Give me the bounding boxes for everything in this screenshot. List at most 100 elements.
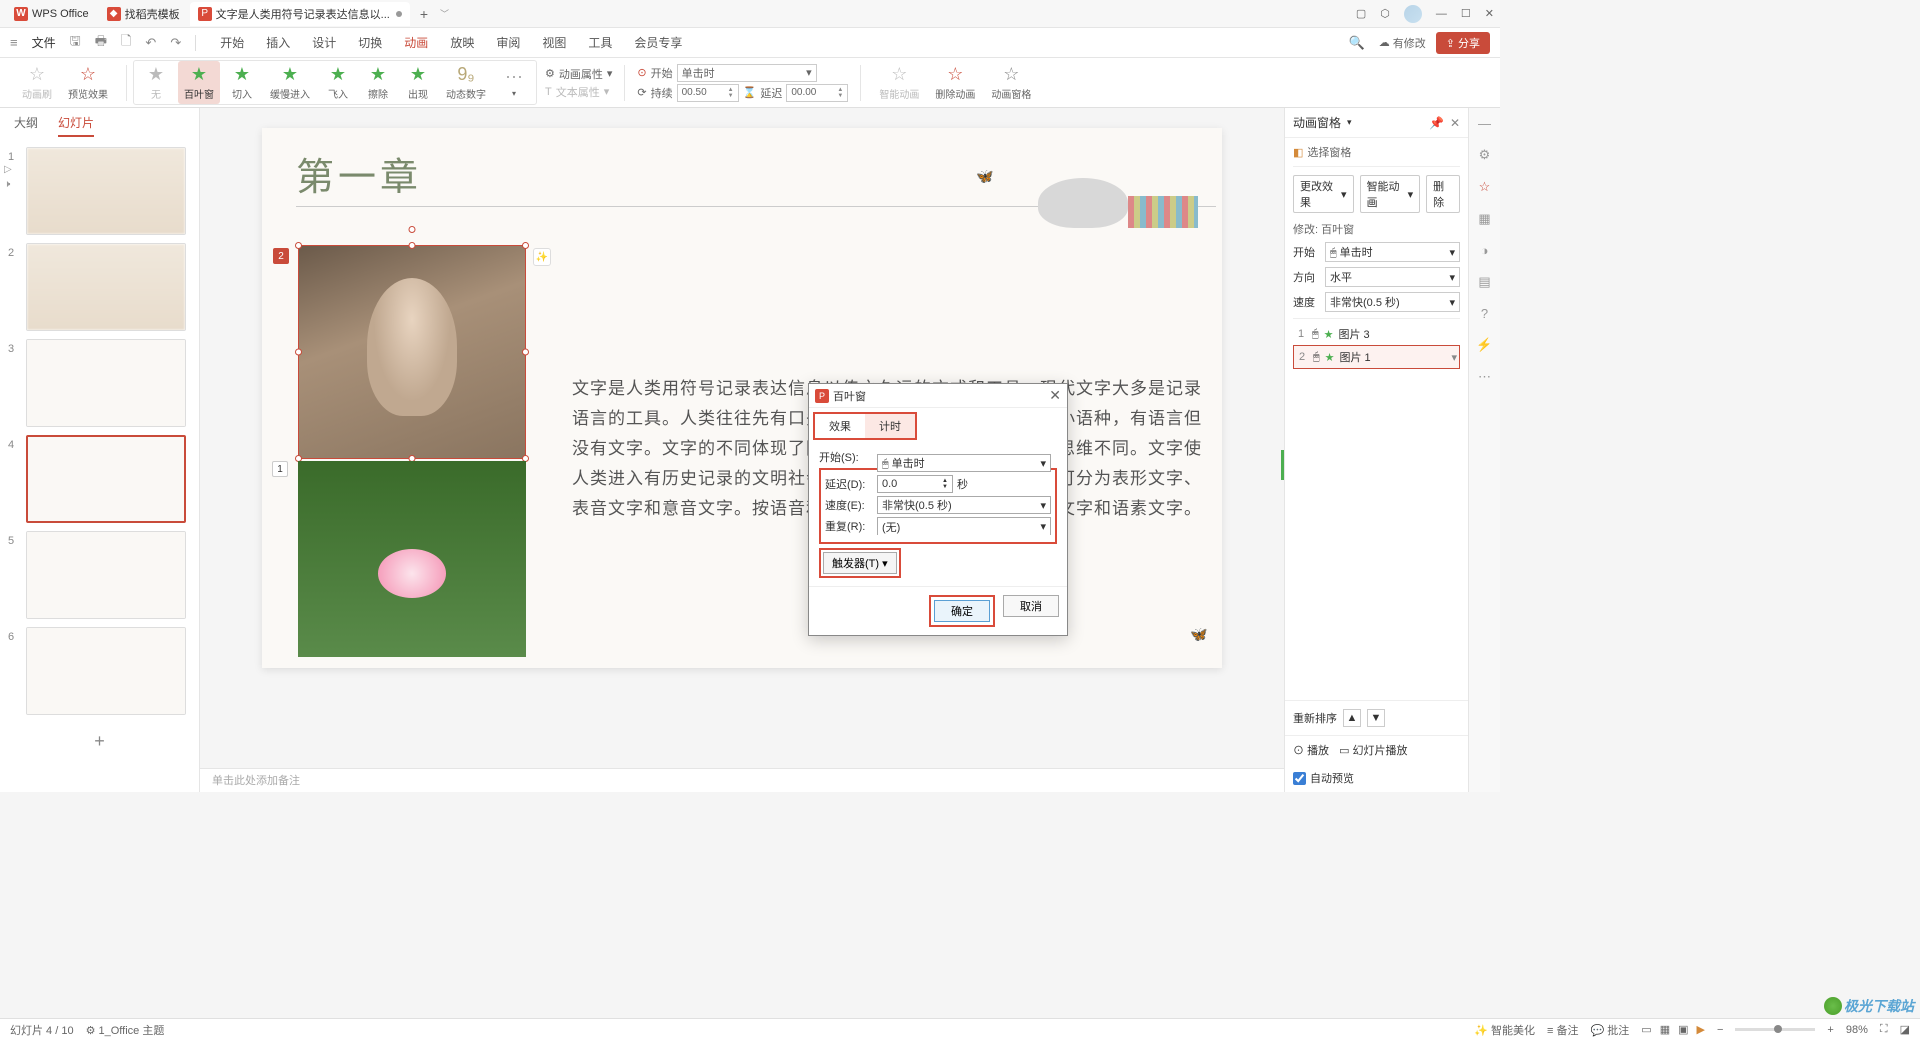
anim-pane-button[interactable]: ☆动画窗格 (985, 61, 1037, 104)
slide-thumb-2[interactable] (26, 243, 186, 331)
pin-icon[interactable]: 📌 (1429, 116, 1444, 130)
anim-item-dropdown-icon[interactable]: ▾ (1451, 351, 1457, 364)
anim-list-item-1[interactable]: 1🖱★ 图片 3 (1293, 323, 1460, 345)
notes-toggle[interactable]: ≡ 备注 (1547, 1022, 1578, 1038)
tab-tools[interactable]: 工具 (588, 28, 612, 57)
dialog-tab-effect[interactable]: 效果 (815, 414, 865, 438)
play-button[interactable]: ⊙ 播放 (1293, 742, 1329, 758)
slide-thumb-6[interactable] (26, 627, 186, 715)
redo-icon[interactable]: ↷ (170, 35, 181, 51)
view-reading-icon[interactable]: ▣ (1678, 1023, 1688, 1036)
tab-slideshow[interactable]: 放映 (450, 28, 474, 57)
dialog-close-button[interactable]: ✕ (1049, 387, 1061, 404)
zoom-slider[interactable] (1735, 1028, 1815, 1031)
save-icon[interactable]: 🖫 (70, 32, 81, 54)
close-button[interactable]: ✕ (1485, 7, 1494, 20)
dock-grid-icon[interactable]: ▦ (1478, 211, 1490, 227)
p-speed-select[interactable]: 非常快(0.5 秒)▾ (1325, 292, 1460, 312)
comments-toggle[interactable]: 💬 批注 (1591, 1022, 1630, 1038)
tab-view[interactable]: 视图 (542, 28, 566, 57)
move-up-button[interactable]: ▲ (1343, 709, 1361, 727)
new-tab-button[interactable]: + (412, 2, 436, 26)
smart-anim-button[interactable]: ☆智能动画 (873, 61, 925, 104)
select-pane-link[interactable]: 选择窗格 (1307, 144, 1351, 160)
dock-minus-icon[interactable]: — (1478, 116, 1491, 131)
effect-cut[interactable]: ★切入 (224, 61, 260, 104)
layout-icon[interactable]: ▢ (1356, 7, 1366, 20)
slide-thumb-5[interactable] (26, 531, 186, 619)
auto-preview-checkbox[interactable] (1293, 772, 1306, 785)
dock-layers-icon[interactable]: ▤ (1478, 274, 1490, 290)
undo-icon[interactable]: ↶ (145, 35, 156, 51)
tab-start[interactable]: 开始 (220, 28, 244, 57)
notes-placeholder[interactable]: 单击此处添加备注 (200, 768, 1284, 792)
anim-brush-button[interactable]: ☆动画刷 (16, 61, 58, 104)
slides-tab[interactable]: 幻灯片 (58, 114, 94, 137)
text-attr-button[interactable]: T 文本属性 ▾ (545, 84, 612, 100)
change-effect-button[interactable]: 更改效果 ▾ (1293, 175, 1354, 213)
zoom-value[interactable]: 98% (1846, 1024, 1868, 1036)
anim-list-item-2[interactable]: 2🖱★ 图片 1 ▾ (1293, 345, 1460, 369)
dialog-tab-timing[interactable]: 计时 (865, 414, 915, 438)
dlg-trigger-button[interactable]: 触发器(T) ▾ (823, 552, 897, 574)
preview-button[interactable]: ☆预览效果 (62, 61, 114, 104)
template-tab[interactable]: ◆ 找稻壳模板 (99, 2, 188, 26)
effect-appear[interactable]: ★出现 (400, 61, 436, 104)
tab-transition[interactable]: 切换 (358, 28, 382, 57)
cube-icon[interactable]: ⬡ (1380, 7, 1390, 20)
effect-fly[interactable]: ★飞入 (320, 61, 356, 104)
play-mini-icon[interactable]: ▷ (4, 164, 12, 175)
tab-review[interactable]: 审阅 (496, 28, 520, 57)
duration-input[interactable]: 00.50▲▼ (677, 84, 739, 102)
view-sorter-icon[interactable]: ▦ (1660, 1023, 1670, 1036)
view-slideshow-icon[interactable]: ▶ (1697, 1023, 1705, 1036)
effect-more[interactable]: ⋯▾ (496, 64, 532, 101)
effect-blinds[interactable]: ★百叶窗 (178, 61, 220, 104)
print-icon[interactable]: 🖶 (95, 32, 107, 54)
outline-tab[interactable]: 大纲 (14, 114, 38, 137)
tab-design[interactable]: 设计 (312, 28, 336, 57)
tab-insert[interactable]: 插入 (266, 28, 290, 57)
p-dir-select[interactable]: 水平▾ (1325, 267, 1460, 287)
theme-label[interactable]: ⚙ 1_Office 主题 (86, 1022, 165, 1038)
add-slide-button[interactable]: + (94, 731, 105, 752)
ai-edit-button[interactable]: ✨ (533, 248, 551, 266)
dlg-start-select[interactable]: 🖱 单击时▾ (877, 454, 1051, 472)
avatar[interactable] (1404, 5, 1422, 23)
zoom-out-button[interactable]: − (1717, 1024, 1723, 1036)
slide-thumb-4[interactable] (26, 435, 186, 523)
effect-dynnum[interactable]: 9₉动态数字 (440, 61, 492, 104)
file-menu[interactable]: 文件 (32, 34, 56, 51)
effect-slow[interactable]: ★缓慢进入 (264, 61, 316, 104)
document-tab[interactable]: P 文字是人类用符号记录表达信息以... (190, 2, 410, 26)
effect-wipe[interactable]: ★擦除 (360, 61, 396, 104)
mute-icon[interactable]: 🕨 (4, 179, 12, 190)
image-1-selected[interactable]: 2 ✨ (298, 245, 526, 459)
dock-more-icon[interactable]: ⋯ (1478, 369, 1491, 385)
view-normal-icon[interactable]: ▭ (1641, 1023, 1651, 1036)
search-icon[interactable]: 🔍 (1349, 35, 1365, 51)
slide-thumb-3[interactable] (26, 339, 186, 427)
anim-attr-button[interactable]: ⚙ 动画属性 ▾ (545, 66, 612, 82)
dlg-ok-button[interactable]: 确定 (934, 600, 990, 622)
delete-anim-button[interactable]: ☆删除动画 (929, 61, 981, 104)
move-down-button[interactable]: ▼ (1367, 709, 1385, 727)
delete-button[interactable]: 删除 (1426, 175, 1460, 213)
has-change-label[interactable]: ☁ 有修改 (1379, 35, 1426, 51)
print-preview-icon[interactable]: 🗋 (121, 32, 131, 54)
smart-anim-button-2[interactable]: 智能动画 ▾ (1360, 175, 1421, 213)
zoom-in-button[interactable]: + (1827, 1024, 1833, 1036)
image-2[interactable] (298, 461, 526, 657)
tab-dropdown-icon[interactable]: ﹀ (436, 7, 453, 20)
slide-thumb-1[interactable] (26, 147, 186, 235)
p-start-select[interactable]: 🖱 单击时▾ (1325, 242, 1460, 262)
maximize-button[interactable]: ☐ (1461, 7, 1471, 20)
tab-animation[interactable]: 动画 (404, 28, 428, 57)
dock-help-icon[interactable]: ? (1481, 306, 1488, 321)
dlg-cancel-button[interactable]: 取消 (1003, 595, 1059, 617)
slide-canvas[interactable]: 第一章 🦋 2 ✨ 1 (262, 128, 1222, 668)
expand-button[interactable]: ◪ (1900, 1023, 1910, 1036)
smart-beautify[interactable]: ✨ 智能美化 (1474, 1022, 1535, 1038)
effect-none[interactable]: ★无 (138, 61, 174, 104)
hamburger-icon[interactable]: ≡ (10, 35, 18, 50)
